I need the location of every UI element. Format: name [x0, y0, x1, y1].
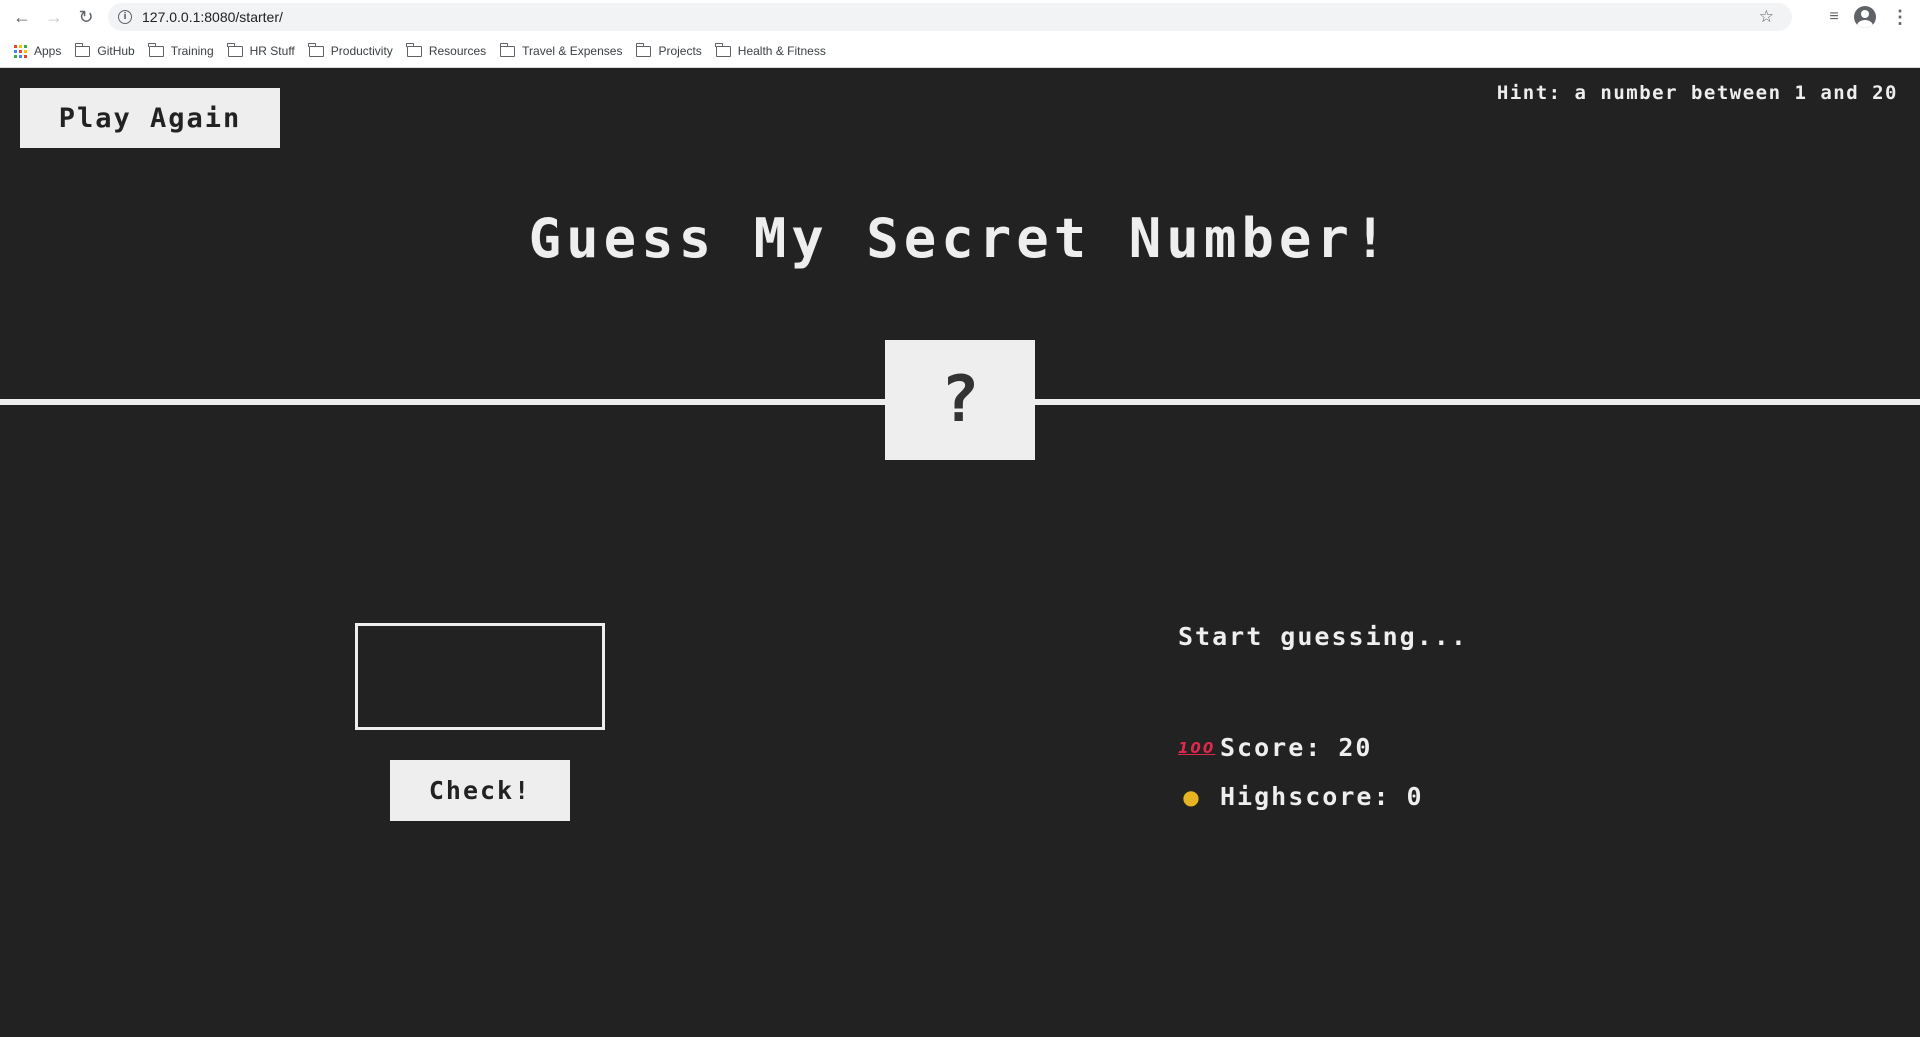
folder-icon [308, 42, 324, 57]
bookmark-travel-expenses[interactable]: Travel & Expenses [499, 40, 623, 62]
bookmark-training[interactable]: Training [148, 40, 214, 62]
bookmark-github[interactable]: GitHub [74, 40, 135, 62]
bookmark-star-icon[interactable]: ☆ [1759, 7, 1774, 27]
forward-arrow-icon[interactable]: → [42, 5, 66, 29]
url-text[interactable]: 127.0.0.1:8080/starter/ [142, 9, 283, 25]
hint-text: Hint: a number between 1 and 20 [1496, 82, 1898, 104]
back-arrow-icon[interactable]: ← [10, 5, 34, 29]
kebab-menu-icon[interactable]: ⋮ [1888, 5, 1912, 29]
folder-icon [406, 42, 422, 57]
secret-number-box: ? [885, 340, 1035, 460]
status-message: Start guessing... [1178, 622, 1468, 651]
folder-icon [636, 42, 652, 57]
profile-avatar-icon[interactable] [1853, 5, 1877, 29]
folder-icon [227, 42, 243, 57]
media-control-icon[interactable]: ≡ [1822, 5, 1846, 29]
hundred-points-icon: 100 [1178, 738, 1216, 757]
game-page: Play Again Hint: a number between 1 and … [0, 68, 1920, 1037]
bookmark-health-fitness[interactable]: Health & Fitness [715, 40, 826, 62]
bookmark-label: Resources [428, 44, 487, 58]
guess-input[interactable] [355, 623, 605, 730]
bookmark-label: Health & Fitness [737, 44, 826, 58]
folder-icon [74, 42, 91, 57]
bookmark-label: Travel & Expenses [522, 44, 623, 58]
apps-grid-icon [14, 44, 27, 58]
highscore-row: ● Highscore: 0 [1178, 782, 1424, 811]
bookmark-label: HR Stuff [249, 44, 295, 58]
bookmark-label: GitHub [97, 44, 135, 58]
score-value: 20 [1338, 733, 1373, 762]
folder-icon [499, 42, 516, 57]
play-again-button[interactable]: Play Again [20, 88, 280, 148]
highscore-label: Highscore: [1220, 782, 1391, 811]
folder-icon [148, 42, 164, 57]
address-bar[interactable]: i 127.0.0.1:8080/starter/ ☆ [108, 3, 1792, 31]
medal-icon: ● [1182, 784, 1202, 809]
bookmark-label: Apps [34, 44, 62, 58]
page-title: Guess My Secret Number! [528, 207, 1392, 270]
bookmark-label: Productivity [330, 44, 393, 58]
score-label: Score: [1220, 733, 1323, 762]
check-button[interactable]: Check! [390, 760, 570, 821]
score-row: 100 Score: 20 [1178, 733, 1372, 762]
info-icon[interactable]: i [118, 10, 132, 24]
highscore-value: 0 [1406, 782, 1424, 811]
bookmark-apps[interactable]: Apps [14, 40, 61, 62]
bookmark-label: Projects [658, 44, 702, 58]
reload-icon[interactable]: ↻ [74, 5, 98, 29]
bookmark-resources[interactable]: Resources [406, 40, 487, 62]
bookmarks-bar: Apps GitHub Training HR Stuff Productivi… [0, 40, 826, 62]
browser-chrome: ← → ↻ i 127.0.0.1:8080/starter/ ☆ ≡ ⋮ Ap… [0, 0, 1920, 68]
bookmark-hr-stuff[interactable]: HR Stuff [227, 40, 295, 62]
bookmark-label: Training [170, 44, 214, 58]
bookmark-projects[interactable]: Projects [636, 40, 702, 62]
bookmark-productivity[interactable]: Productivity [308, 40, 393, 62]
folder-icon [715, 42, 731, 57]
